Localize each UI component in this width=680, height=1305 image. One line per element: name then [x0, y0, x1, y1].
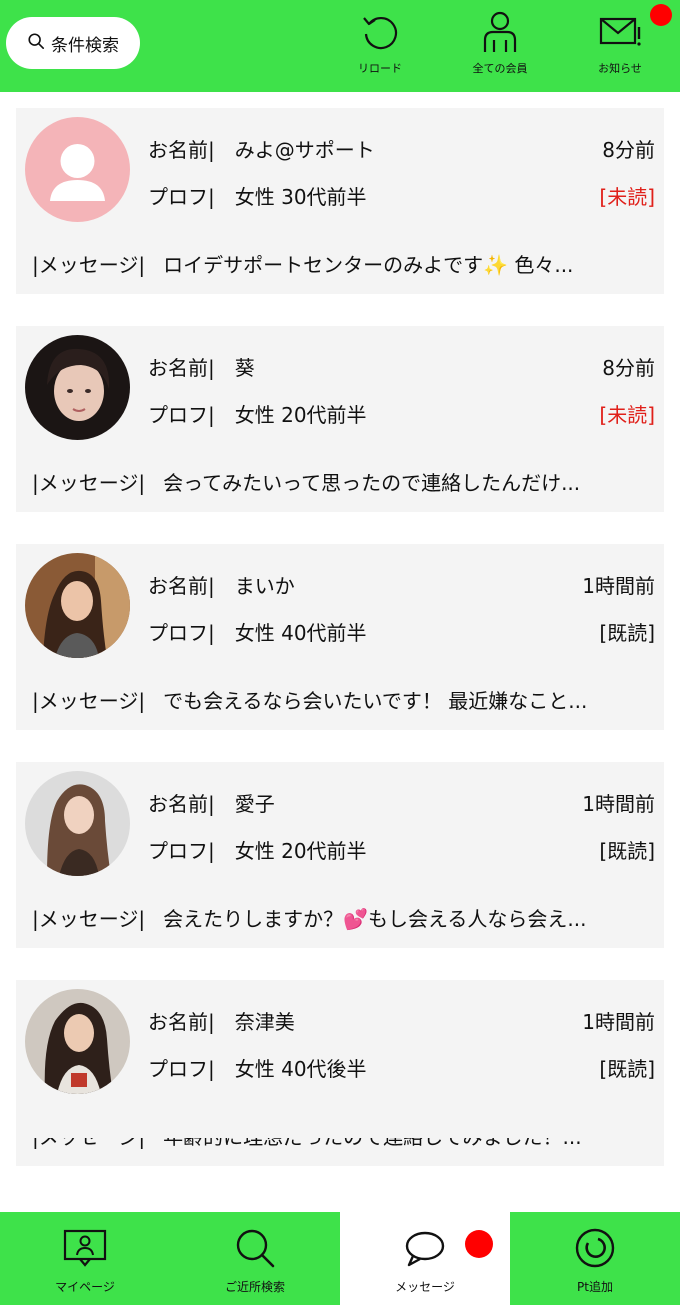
prof-key: プロフ|: [148, 838, 215, 863]
reload-icon: [358, 10, 402, 54]
message-preview: 会えたりしますか？💕もし会える人なら会え...: [163, 906, 587, 931]
sender-profile: 女性 40代前半: [234, 620, 367, 645]
read-status: [既読]: [599, 838, 655, 863]
sender-profile: 女性 30代前半: [234, 184, 367, 209]
reload-label: リロード: [358, 62, 402, 75]
message-card[interactable]: お名前| まいか 1時間前 プロフ| 女性 40代前半 [既読] |メッセージ| で…: [16, 544, 664, 730]
mail-icon: [598, 10, 642, 54]
prof-key: プロフ|: [148, 184, 215, 209]
sender-name: まいか: [234, 573, 295, 598]
avatar: [25, 553, 130, 658]
message-card[interactable]: お名前| 葵 8分前 プロフ| 女性 20代前半 [未読] |メッセージ| 会ってみ…: [16, 326, 664, 512]
sender-profile: 女性 40代後半: [234, 1056, 367, 1081]
top-bar: 条件検索 リロード 全ての会員 お知らせ: [0, 0, 680, 92]
message-preview: ロイデサポートセンターのみよです✨ 色々...: [163, 252, 574, 277]
avatar: [25, 335, 130, 440]
user-photo: [25, 553, 130, 658]
message-time: 1時間前: [582, 1009, 655, 1034]
all-members-label: 全ての会員: [472, 62, 528, 75]
message-key: |メッセージ|: [32, 688, 146, 713]
sender-name: みよ@サポート: [234, 137, 375, 162]
message-time: 1時間前: [582, 573, 655, 598]
profile-card-icon: [61, 1226, 109, 1270]
read-status: [未読]: [599, 402, 655, 427]
user-photo: [25, 989, 130, 1094]
read-status: [既読]: [599, 1056, 655, 1081]
condition-search-button[interactable]: 条件検索: [6, 17, 140, 69]
avatar: [25, 117, 130, 222]
prof-key: プロフ|: [148, 1056, 215, 1081]
nav-mypage[interactable]: マイページ: [0, 1212, 170, 1305]
messages-badge: [465, 1230, 493, 1258]
notice-label: お知らせ: [598, 62, 642, 75]
nav-pt-label: Pt追加: [577, 1280, 613, 1294]
chat-icon: [401, 1226, 449, 1270]
name-key: お名前|: [148, 573, 215, 598]
message-card[interactable]: お名前| みよ@サポート 8分前 プロフ| 女性 30代前半 [未読] |メッセージ…: [16, 108, 664, 294]
user-photo: [25, 335, 130, 440]
nav-nearby-label: ご近所検索: [224, 1280, 285, 1294]
nav-messages-label: メッセージ: [395, 1280, 455, 1294]
nav-messages[interactable]: メッセージ: [340, 1212, 510, 1305]
message-key: |メッセージ|: [32, 470, 146, 495]
search-icon: [27, 32, 45, 55]
name-key: お名前|: [148, 355, 215, 380]
bottom-nav: マイページ ご近所検索 メッセージ Pt追加: [0, 1212, 680, 1305]
message-time: 1時間前: [582, 791, 655, 816]
reload-button[interactable]: リロード: [330, 10, 430, 80]
message-time: 8分前: [602, 137, 655, 162]
all-members-button[interactable]: 全ての会員: [450, 10, 550, 80]
sender-profile: 女性 20代前半: [234, 402, 367, 427]
sender-profile: 女性 20代前半: [234, 838, 367, 863]
name-key: お名前|: [148, 137, 215, 162]
message-card[interactable]: お名前| 愛子 1時間前 プロフ| 女性 20代前半 [既読] |メッセージ| 会え…: [16, 762, 664, 948]
message-card[interactable]: お名前|奈津美 1時間前 プロフ|女性 40代後半 [既読] |メッセージ| 年…: [16, 980, 664, 1166]
points-icon: [571, 1226, 619, 1270]
nav-nearby-search[interactable]: ご近所検索: [170, 1212, 340, 1305]
message-time: 8分前: [602, 355, 655, 380]
prof-key: プロフ|: [148, 402, 215, 427]
name-key: お名前|: [148, 1009, 215, 1034]
avatar: [25, 771, 130, 876]
notice-badge: [650, 4, 672, 26]
default-user-icon: [25, 117, 130, 222]
message-card-partial[interactable]: [16, 1108, 664, 1138]
name-key: お名前|: [148, 791, 215, 816]
read-status: [既読]: [599, 620, 655, 645]
message-key: |メッセージ|: [32, 906, 146, 931]
sender-name: 葵: [234, 355, 255, 380]
sender-name: 愛子: [234, 791, 275, 816]
condition-search-label: 条件検索: [51, 35, 119, 56]
read-status: [未読]: [599, 184, 655, 209]
sender-name: 奈津美: [234, 1009, 295, 1034]
nav-mypage-label: マイページ: [55, 1280, 115, 1294]
message-preview: でも会えるなら会いたいです！ 最近嫌なこと...: [163, 688, 588, 713]
prof-key: プロフ|: [148, 620, 215, 645]
members-icon: [478, 10, 522, 54]
nav-pt-add[interactable]: Pt追加: [510, 1212, 680, 1305]
message-preview: 会ってみたいって思ったので連絡したんだけ...: [163, 470, 581, 495]
nearby-search-icon: [231, 1226, 279, 1270]
message-key: |メッセージ|: [32, 252, 146, 277]
avatar: [25, 989, 130, 1094]
user-photo: [25, 771, 130, 876]
